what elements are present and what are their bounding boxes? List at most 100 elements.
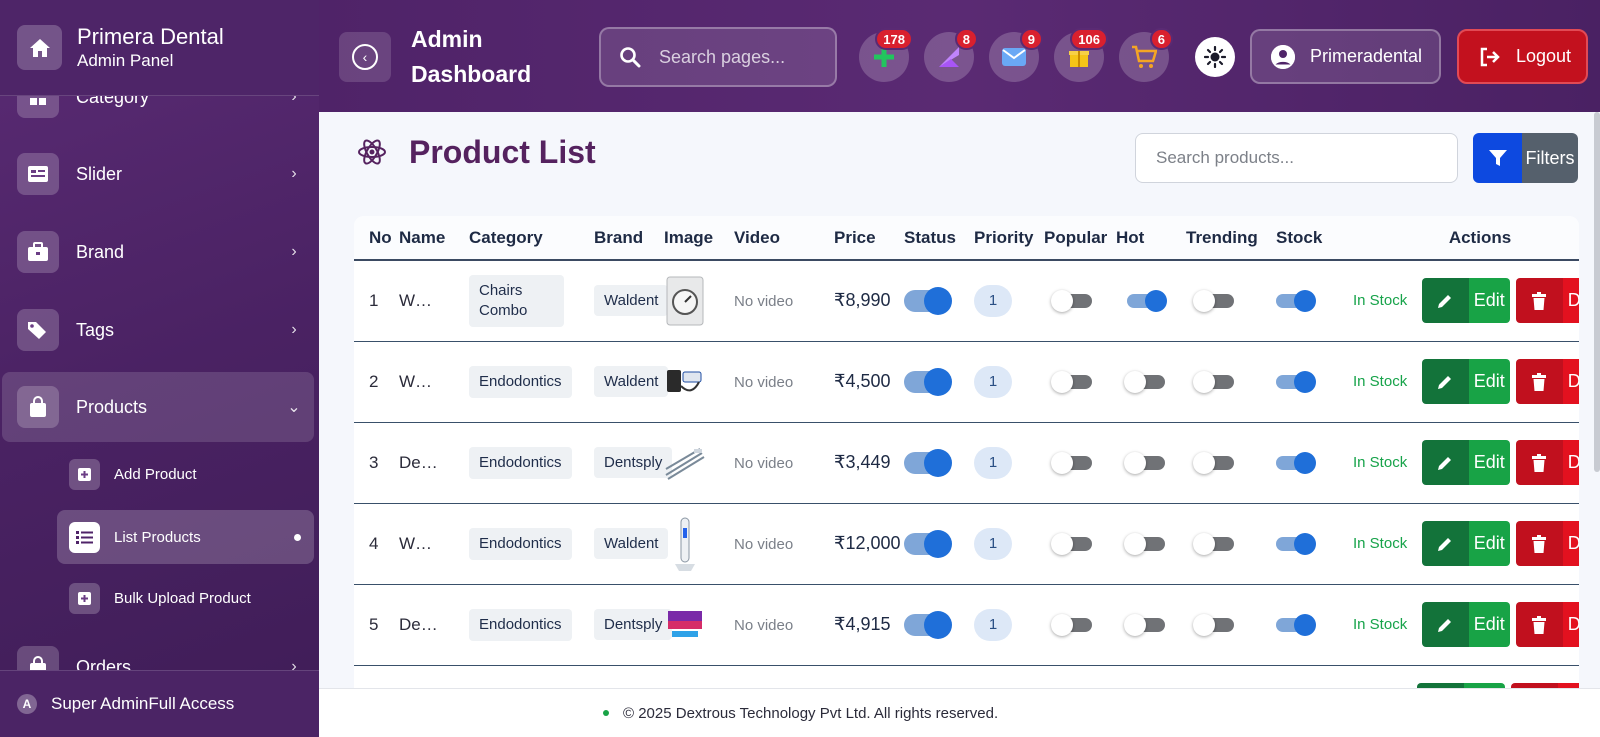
sidebar-item-brand[interactable]: Brand › [2, 217, 314, 287]
column-header[interactable]: Brand [594, 216, 664, 261]
delete-button[interactable]: Delete [1515, 521, 1579, 566]
sidebar-subitem-label: Add Product [114, 465, 197, 483]
trending-toggle[interactable] [1193, 289, 1234, 312]
pencil-icon [1421, 278, 1469, 324]
theme-toggle-button[interactable] [1195, 37, 1235, 77]
mail-button[interactable]: 9 [989, 28, 1043, 82]
status-toggle[interactable] [904, 448, 952, 477]
status-dot [603, 710, 609, 716]
delete-button[interactable]: Delete [1515, 602, 1579, 647]
page-title: Admin Dashboard [411, 26, 532, 87]
stock-toggle[interactable] [1276, 532, 1316, 555]
filter-icon [1473, 133, 1522, 183]
column-header[interactable]: Status [904, 216, 974, 261]
column-header[interactable]: Popular [1044, 216, 1114, 261]
edit-button[interactable]: Edit [1421, 521, 1510, 566]
main-content: Product List Filters No Name Category Br… [319, 112, 1600, 688]
hot-toggle[interactable] [1127, 289, 1167, 312]
stock-toggle[interactable] [1276, 370, 1316, 393]
stock-toggle[interactable] [1276, 289, 1316, 312]
column-header[interactable]: Stock [1276, 216, 1361, 261]
home-icon[interactable] [17, 25, 62, 70]
edit-button[interactable]: Edit [1421, 278, 1510, 324]
column-header[interactable]: Image [664, 216, 734, 261]
gifts-button[interactable]: 106 [1054, 28, 1108, 82]
column-header[interactable]: Priority [974, 216, 1044, 261]
delete-button[interactable]: Delete [1515, 440, 1579, 485]
status-toggle[interactable] [904, 367, 952, 396]
sidebar-subitem-add-product[interactable]: Add Product [57, 447, 314, 501]
filters-button[interactable]: Filters [1473, 133, 1578, 183]
sidebar-subitem-bulk-upload[interactable]: Bulk Upload Product [57, 571, 314, 625]
category-tag: Endodontics [469, 446, 572, 479]
hot-toggle[interactable] [1124, 532, 1165, 555]
pencil-icon [1421, 602, 1469, 647]
page-scrollbar[interactable] [1594, 112, 1600, 472]
edit-button[interactable]: Edit [1421, 602, 1510, 647]
back-button[interactable]: ‹ [339, 32, 391, 82]
column-header[interactable]: Trending [1186, 216, 1276, 261]
column-header[interactable]: Name [399, 216, 469, 261]
status-toggle[interactable] [904, 610, 952, 639]
search-products-input[interactable] [1135, 133, 1458, 183]
chevron-right-icon: › [291, 321, 297, 338]
orders-icon [17, 646, 59, 670]
stock-toggle[interactable] [1276, 451, 1316, 474]
edit-button[interactable]: Edit [1421, 359, 1510, 404]
trash-icon [1515, 602, 1563, 647]
status-toggle[interactable] [904, 529, 952, 558]
edit-label: Edit [1468, 278, 1510, 324]
stock-toggle[interactable] [1276, 613, 1316, 636]
edit-button[interactable]: Edit [1421, 440, 1510, 485]
cell-no: 4 [354, 503, 399, 585]
hot-toggle[interactable] [1124, 613, 1165, 636]
column-header[interactable]: Price [834, 216, 904, 261]
sidebar-item-tags[interactable]: Tags › [2, 295, 314, 365]
column-header[interactable]: Category [469, 216, 594, 261]
sidebar-item-slider[interactable]: Slider › [2, 139, 314, 209]
popular-toggle[interactable] [1051, 613, 1092, 636]
trending-toggle[interactable] [1193, 532, 1234, 555]
leads-button[interactable]: 8 [924, 28, 978, 82]
trending-toggle[interactable] [1193, 613, 1234, 636]
column-header[interactable]: Video [734, 216, 834, 261]
popular-toggle[interactable] [1051, 451, 1092, 474]
logout-button[interactable]: Logout [1457, 29, 1588, 84]
category-tag: Chairs Combo [469, 274, 564, 327]
briefcase-icon [17, 231, 59, 273]
sidebar-header: Primera Dental Admin Panel [0, 0, 319, 96]
search-pages-input[interactable] [659, 46, 829, 68]
popular-toggle[interactable] [1051, 532, 1092, 555]
priority-badge: 1 [974, 608, 1012, 641]
plus-notification-button[interactable]: 178 [859, 28, 913, 82]
delete-button[interactable]: Delete [1515, 278, 1579, 324]
hot-toggle[interactable] [1124, 370, 1165, 393]
product-image [664, 274, 706, 328]
sidebar-item-products[interactable]: Products ⌄ [2, 372, 314, 442]
column-header[interactable]: No [354, 216, 399, 261]
sidebar-item-label: Category [76, 96, 150, 107]
chevron-right-icon: › [291, 658, 297, 670]
trending-toggle[interactable] [1193, 370, 1234, 393]
user-menu-button[interactable]: Primeradental [1250, 29, 1441, 84]
notification-badge: 106 [1070, 28, 1108, 50]
trending-toggle[interactable] [1193, 451, 1234, 474]
delete-button[interactable]: Delete [1515, 359, 1579, 404]
column-header[interactable]: Hot [1114, 216, 1186, 261]
pencil-icon [1421, 359, 1469, 404]
hot-toggle[interactable] [1124, 451, 1165, 474]
list-icon [69, 521, 100, 553]
price: ₹8,990 [834, 290, 891, 311]
edit-label: Edit [1468, 521, 1510, 566]
status-toggle[interactable] [904, 286, 952, 315]
cart-button[interactable]: 6 [1119, 28, 1173, 82]
sidebar-item-category[interactable]: Category › [2, 96, 314, 132]
popular-toggle[interactable] [1051, 370, 1092, 393]
priority-badge: 1 [974, 365, 1012, 398]
sidebar-item-orders[interactable]: Orders › [2, 632, 314, 670]
notification-badge: 9 [1019, 28, 1043, 50]
priority-badge: 1 [974, 284, 1012, 317]
brand-tag: Dentsply [594, 609, 673, 640]
sidebar-subitem-list-products[interactable]: List Products [57, 510, 314, 564]
popular-toggle[interactable] [1051, 289, 1092, 312]
